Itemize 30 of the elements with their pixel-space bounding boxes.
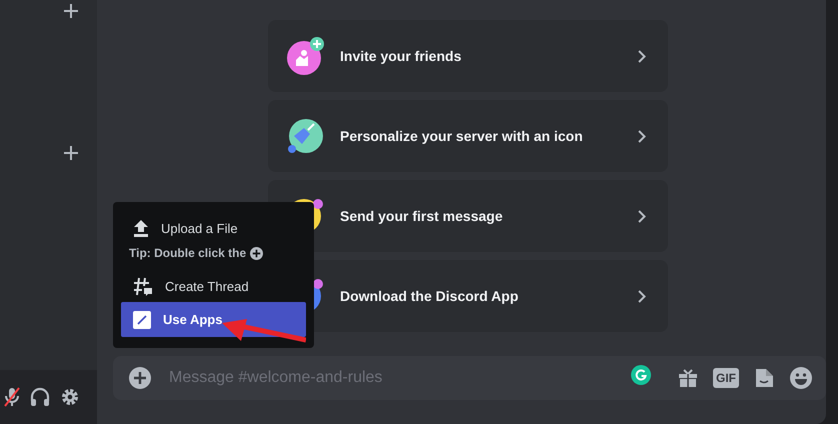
checklist-card[interactable]: Personalize your server with an icon: [268, 100, 668, 172]
menu-item[interactable]: Use Apps: [121, 302, 306, 337]
grammar-assistant-icon[interactable]: [631, 365, 651, 385]
card-title: Invite your friends: [340, 46, 462, 66]
gift-icon[interactable]: [678, 368, 698, 388]
plus-icon[interactable]: [64, 146, 78, 160]
chevron-right-icon: [638, 130, 646, 142]
chevron-right-icon: [638, 210, 646, 222]
settings-icon[interactable]: [60, 387, 80, 407]
headphones-icon[interactable]: [30, 387, 50, 407]
card-title: Send your first message: [340, 206, 504, 226]
invite-badge-icon: [284, 36, 324, 76]
chevron-right-icon: [638, 290, 646, 302]
card-title: Personalize your server with an icon: [340, 126, 584, 146]
sticker-icon[interactable]: [754, 368, 774, 388]
chevron-right-icon: [638, 50, 646, 62]
slash-command-icon: [133, 310, 151, 328]
card-title: Download the Discord App: [340, 286, 520, 306]
microphone-icon[interactable]: [4, 387, 20, 407]
upload-icon: [133, 220, 149, 238]
add-attachment-icon[interactable]: [129, 367, 151, 389]
checklist-card[interactable]: Invite your friends: [268, 20, 668, 92]
plus-circle-icon: [250, 246, 264, 260]
tip-text: Tip: Double click the: [129, 245, 246, 262]
message-field[interactable]: Message #welcome-and-rules GIF: [113, 356, 826, 400]
gif-button[interactable]: GIF: [713, 368, 739, 388]
checklist-card[interactable]: Send your first message: [268, 180, 668, 252]
emoji-icon[interactable]: [790, 367, 812, 389]
plus-icon[interactable]: [64, 4, 78, 18]
thread-icon: [133, 277, 153, 297]
